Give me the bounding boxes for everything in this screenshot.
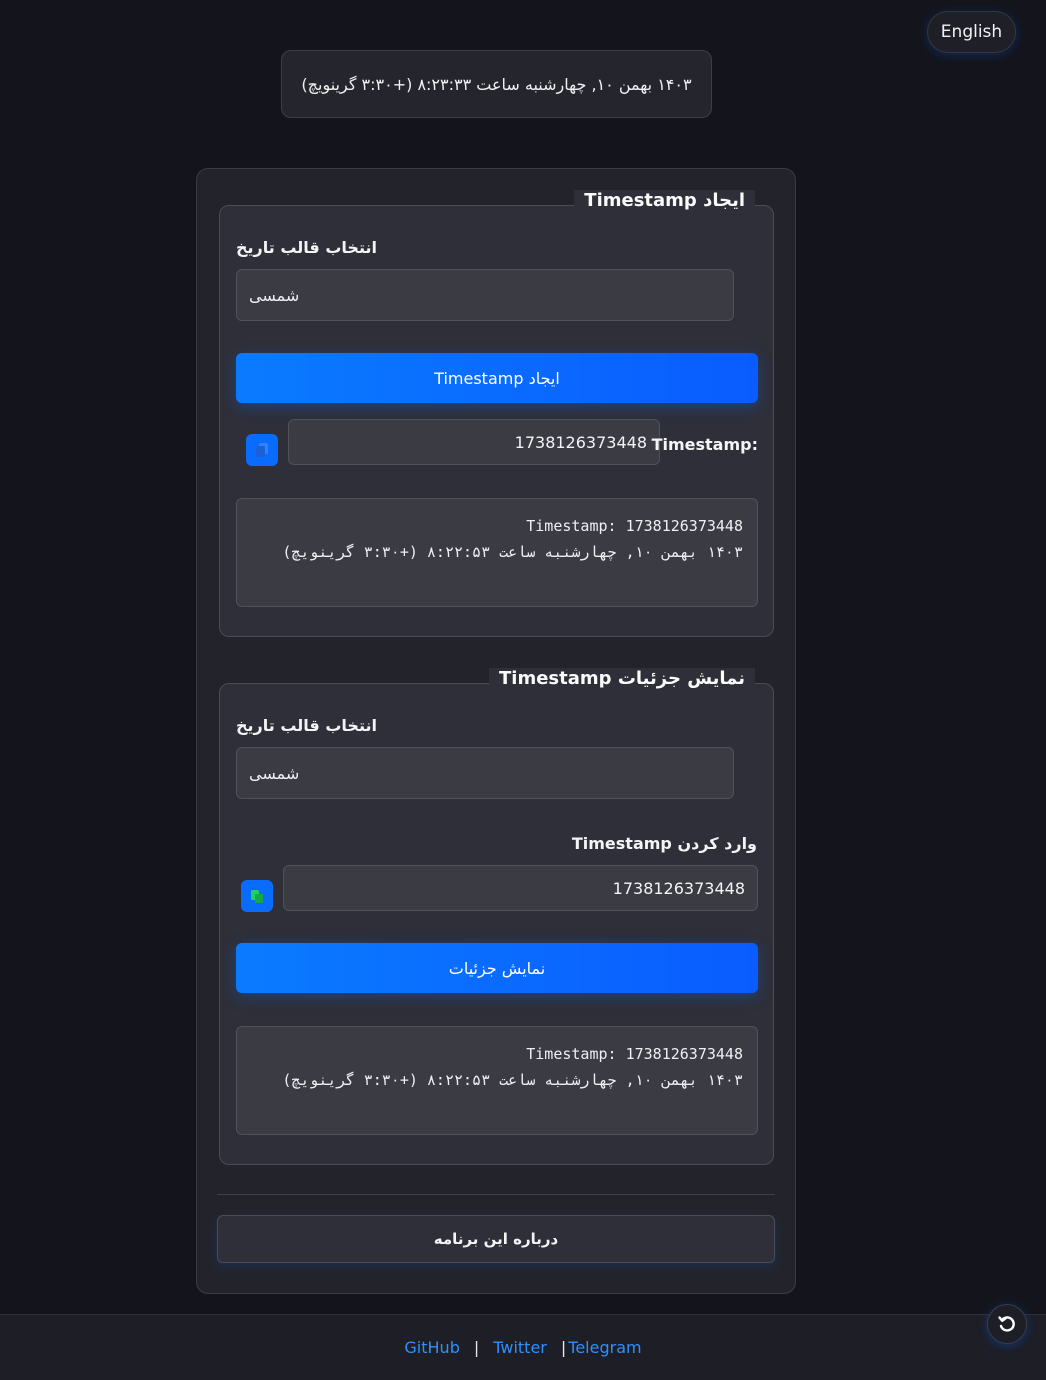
- copy-timestamp-button[interactable]: [246, 434, 278, 466]
- footer-separator: |: [473, 1338, 480, 1357]
- timestamp-input-label: وارد کردن Timestamp: [571, 834, 757, 853]
- create-result-output: Timestamp: 1738126373448 ۱۴۰۳ بهمن ۱۰, چ…: [236, 498, 758, 607]
- details-date-format-selected-value: شمسی: [249, 763, 300, 783]
- footer: GitHub | Twitter | Telegram: [0, 1314, 1046, 1380]
- language-toggle-button[interactable]: English: [927, 11, 1016, 53]
- create-timestamp-section: ایجاد Timestamp انتخاب قالب تاریخ شمسی ا…: [219, 190, 774, 637]
- current-datetime-display: ۱۴۰۳ بهمن ۱۰, چهارشنبه ساعت ۸:۲۳:۳۳ (+۳:…: [281, 50, 712, 118]
- telegram-link[interactable]: Telegram: [568, 1338, 641, 1357]
- timestamp-label: Timestamp:: [651, 435, 758, 454]
- reset-button[interactable]: [987, 1304, 1027, 1344]
- timestamp-input-value: 1738126373448: [612, 878, 745, 898]
- paste-icon: [251, 890, 263, 903]
- timestamp-details-section: نمایش جزئیات Timestamp انتخاب قالب تاریخ…: [219, 668, 774, 1165]
- create-section-legend: ایجاد Timestamp: [574, 190, 755, 211]
- date-format-selected-value: شمسی: [249, 285, 300, 305]
- github-link[interactable]: GitHub: [404, 1338, 459, 1357]
- timestamp-input-field[interactable]: 1738126373448: [283, 865, 758, 911]
- details-date-format-label: انتخاب قالب تاریخ: [236, 716, 377, 735]
- details-result-output: Timestamp: 1738126373448 ۱۴۰۳ بهمن ۱۰, چ…: [236, 1026, 758, 1135]
- twitter-link[interactable]: Twitter: [493, 1338, 547, 1357]
- reset-icon: [998, 1316, 1015, 1332]
- date-format-label: انتخاب قالب تاریخ: [236, 238, 377, 257]
- details-date-format-select[interactable]: شمسی: [236, 747, 734, 799]
- details-section-legend: نمایش جزئیات Timestamp: [489, 668, 755, 689]
- paste-timestamp-button[interactable]: [241, 880, 273, 912]
- footer-separator: |: [560, 1338, 567, 1357]
- copy-icon: [256, 443, 268, 457]
- timestamp-output-value: 1738126373448: [514, 432, 647, 452]
- date-format-select[interactable]: شمسی: [236, 269, 734, 321]
- create-timestamp-button[interactable]: ایجاد Timestamp: [236, 353, 758, 403]
- show-details-button[interactable]: نمایش جزئیات: [236, 943, 758, 993]
- about-app-button[interactable]: درباره این برنامه: [217, 1215, 775, 1263]
- main-card: ایجاد Timestamp انتخاب قالب تاریخ شمسی ا…: [196, 168, 796, 1294]
- timestamp-output-field[interactable]: 1738126373448: [288, 419, 660, 465]
- divider: [217, 1194, 775, 1195]
